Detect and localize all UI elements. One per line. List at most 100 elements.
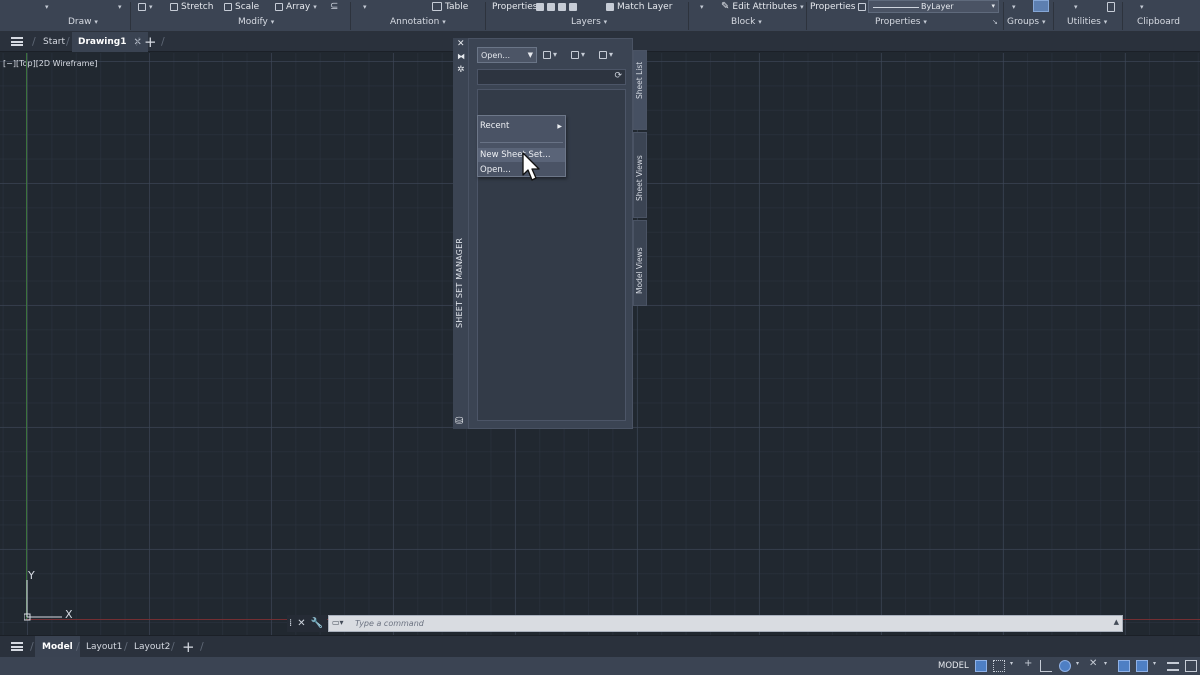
sheet-set-icon: ⛁: [455, 416, 464, 427]
object-snap-tracking-icon[interactable]: [1118, 660, 1130, 672]
panel-title-properties[interactable]: Properties ▾: [875, 17, 927, 27]
group-select-button[interactable]: [1033, 0, 1049, 12]
dynamic-input-icon[interactable]: +: [1024, 658, 1036, 670]
tab-model-views[interactable]: Model Views: [633, 220, 647, 306]
refresh-icon[interactable]: ⟳: [614, 71, 622, 81]
offset-button[interactable]: ⊆: [330, 0, 338, 13]
layer-icon-1: [536, 2, 544, 11]
layer-properties-label: Properties: [492, 1, 538, 12]
tab-model[interactable]: Model: [35, 636, 80, 657]
array-label: Array: [286, 1, 311, 12]
drag-handle-icon[interactable]: ⁞: [289, 618, 292, 629]
close-icon[interactable]: ✕: [297, 618, 305, 629]
annotation-dropdown[interactable]: ▾: [363, 0, 367, 13]
clipboard-dropdown[interactable]: ▾: [1140, 0, 1144, 13]
utilities-dropdown[interactable]: ▾: [1074, 0, 1078, 13]
tab-sheet-list[interactable]: Sheet List: [633, 50, 647, 130]
properties-button[interactable]: Properties: [810, 0, 867, 13]
recent-commands-icon[interactable]: ▭▾: [332, 618, 344, 627]
y-axis-line: [26, 53, 27, 620]
tab-separator: /: [124, 640, 128, 653]
offset-icon: ⊆: [330, 1, 339, 12]
new-tab-plus-icon[interactable]: +: [144, 33, 157, 51]
panel-title-utilities[interactable]: Utilities ▾: [1067, 17, 1107, 27]
panel-title-modify[interactable]: Modify ▾: [238, 17, 274, 27]
scale-button[interactable]: Scale: [224, 0, 259, 13]
new-layout-plus-icon[interactable]: +: [182, 638, 195, 656]
isodraft-dropdown[interactable]: ▾: [1104, 660, 1107, 667]
object-snap-dropdown[interactable]: ▾: [1153, 660, 1156, 667]
groups-dropdown[interactable]: ▾: [1012, 0, 1016, 13]
tab-start[interactable]: Start: [43, 32, 65, 52]
plot-button[interactable]: ▾: [571, 50, 585, 59]
ortho-icon[interactable]: [1040, 660, 1052, 672]
tab-sheet-views[interactable]: Sheet Views: [633, 132, 647, 218]
panel-divider: [350, 2, 351, 30]
properties-launcher[interactable]: ↘: [992, 17, 998, 27]
panel-divider: [806, 2, 807, 30]
panel-title-layers[interactable]: Layers ▾: [571, 17, 607, 27]
array-button[interactable]: Array ▾: [275, 0, 317, 13]
auto-hide-icon[interactable]: ⧓: [457, 52, 465, 61]
tab-layout1[interactable]: Layout1: [86, 636, 122, 657]
block-dropdown[interactable]: ▾: [700, 0, 704, 13]
model-space-toggle[interactable]: MODEL: [938, 659, 969, 673]
layer-properties-button[interactable]: Properties: [492, 0, 537, 13]
object-snap-icon[interactable]: [1136, 660, 1148, 672]
panel-title-draw[interactable]: Draw ▾: [68, 17, 98, 27]
polar-dropdown[interactable]: ▾: [1076, 660, 1079, 667]
chevron-down-icon: ▾: [991, 2, 995, 10]
palette-title-bar[interactable]: ✕ ⧓ ✲ SHEET SET MANAGER ⛁: [453, 38, 468, 429]
stretch-icon: [170, 2, 178, 11]
wrench-icon[interactable]: 🔧: [311, 618, 323, 629]
modify-tool-1[interactable]: ▾: [138, 0, 153, 13]
panel-divider: [1122, 2, 1123, 30]
sheet-set-dropdown[interactable]: Open... ▼: [477, 47, 537, 63]
properties-label: Properties: [810, 1, 856, 12]
draw-tool-dropdown[interactable]: ▾: [45, 0, 49, 13]
layer-icon-4: [569, 2, 577, 11]
properties-icon[interactable]: ✲: [457, 65, 465, 75]
view-options-button[interactable]: ▾: [599, 50, 613, 59]
stretch-button[interactable]: Stretch: [170, 0, 213, 13]
snap-dropdown[interactable]: ▾: [1010, 660, 1013, 667]
tab-layout2[interactable]: Layout2: [134, 636, 170, 657]
tab-model-views-label: Model Views: [635, 247, 644, 294]
viewport-controls[interactable]: [−][Top][2D Wireframe]: [3, 59, 97, 68]
match-layer-button[interactable]: Match Layer: [606, 0, 672, 13]
lineweight-icon[interactable]: [1167, 662, 1179, 671]
panel-title-block[interactable]: Block ▾: [731, 17, 762, 27]
linetype-select[interactable]: ByLayer ▾: [868, 0, 999, 13]
ucs-icon: Y X: [24, 570, 73, 621]
layout-menu-icon[interactable]: [11, 642, 23, 651]
layer-tools[interactable]: [536, 0, 577, 13]
ribbon: ▾ ▾ ▾ Stretch Scale Array ▾ ⊆ ▾ Table Pr…: [0, 0, 1200, 32]
menu-icon[interactable]: [11, 37, 23, 46]
menu-item-open-label: Open...: [480, 165, 511, 175]
panel-title-annotation-label: Annotation: [390, 17, 440, 27]
panel-title-groups[interactable]: Groups ▾: [1007, 17, 1045, 27]
menu-item-recent[interactable]: Recent ▶: [478, 119, 565, 133]
sheet-list-toolbar: ⟳: [477, 69, 626, 85]
array-icon: [275, 2, 283, 11]
draw-tool-dropdown-2[interactable]: ▾: [118, 0, 122, 13]
publish-icon: [543, 50, 551, 59]
command-input[interactable]: [355, 617, 1095, 630]
tab-sheet-list-label: Sheet List: [635, 61, 644, 99]
snap-icon[interactable]: [993, 660, 1005, 672]
transparency-icon[interactable]: [1185, 660, 1197, 672]
close-icon[interactable]: ✕: [457, 39, 465, 49]
edit-attributes-button[interactable]: ✎ Edit Attributes ▾: [721, 0, 804, 13]
polar-tracking-icon[interactable]: [1059, 660, 1071, 672]
grid-icon[interactable]: [975, 660, 987, 672]
table-button[interactable]: Table: [432, 0, 468, 13]
command-line-controls: ⁞ ✕ 🔧: [287, 615, 327, 632]
panel-title-annotation[interactable]: Annotation ▾: [390, 17, 446, 27]
publish-button[interactable]: ▾: [543, 50, 557, 59]
chevron-up-icon[interactable]: ▲: [1114, 618, 1119, 626]
isodraft-icon[interactable]: ✕: [1089, 658, 1101, 670]
edit-attributes-label: Edit Attributes: [732, 1, 798, 12]
palette-title: SHEET SET MANAGER: [455, 237, 464, 328]
paste-button[interactable]: [1107, 0, 1115, 13]
tree-icon: [599, 50, 607, 59]
